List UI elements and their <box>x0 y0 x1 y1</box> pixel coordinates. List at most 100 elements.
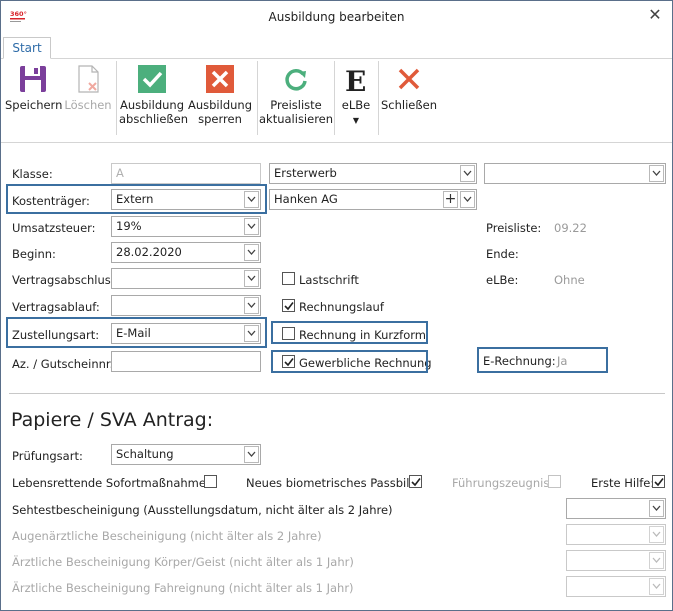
close-x-icon <box>398 68 420 90</box>
sehtest-label: Sehtestbescheinigung (Ausstellungsdatum,… <box>12 503 393 517</box>
chevron-down-icon[interactable] <box>244 218 259 235</box>
plus-icon[interactable]: + <box>443 191 458 208</box>
erwerb-dropdown[interactable]: Ersterwerb <box>269 163 477 184</box>
zustellungsart-label: Zustellungsart: <box>12 328 100 342</box>
title-bar: 360° Ausbildung bearbeiten ✕ <box>1 1 672 33</box>
refresh-icon <box>285 69 307 91</box>
klasse-value: A <box>116 166 124 180</box>
close-button[interactable]: Schließen <box>381 61 437 139</box>
chevron-down-icon[interactable] <box>244 446 259 463</box>
gewerblich-label: Gewerbliche Rechnung <box>299 356 432 370</box>
checkmark-icon <box>654 478 664 487</box>
fuehrungszeugnis-label: Führungszeugnis: <box>452 476 554 490</box>
block-x-icon <box>206 65 234 93</box>
passbild-label: Neues biometrisches Passbild: <box>246 476 421 490</box>
checkmark-icon <box>284 302 294 311</box>
block-training-button[interactable]: Ausbildung sperren <box>187 61 253 139</box>
kostentraeger-value: Extern <box>116 192 154 206</box>
lebensrettend-label: Lebensrettende Sofortmaßnahmen: <box>12 476 218 490</box>
chevron-down-icon[interactable] <box>649 500 664 517</box>
kurzform-checkbox[interactable] <box>282 327 295 340</box>
chevron-down-icon[interactable] <box>244 270 259 287</box>
elbe-field-label: eLBe: <box>486 273 519 287</box>
chevron-down-icon[interactable] <box>649 578 664 595</box>
preisliste-value: 09.22 <box>554 221 587 235</box>
ribbon-toolbar: Speichern Löschen Ausbildung abschließen … <box>1 59 672 143</box>
tab-start[interactable]: Start <box>3 37 51 59</box>
fuehrungszeugnis-checkbox[interactable] <box>548 475 561 488</box>
complete-training-button[interactable]: Ausbildung abschließen <box>119 61 188 139</box>
elbe-dropdown-button[interactable]: E eLBe ▼ <box>337 61 375 139</box>
beginn-label: Beginn: <box>12 247 56 261</box>
beginn-value: 28.02.2020 <box>116 245 182 259</box>
chevron-down-icon[interactable] <box>244 297 259 314</box>
ribbon-separator <box>257 61 258 135</box>
lebensrettend-checkbox[interactable] <box>204 475 217 488</box>
zustellungsart-dropdown[interactable]: E-Mail <box>111 323 261 344</box>
rechnungslauf-label: Rechnungslauf <box>299 300 384 314</box>
koerper-label: Ärztliche Bescheinigung Körper/Geist (ni… <box>12 555 354 569</box>
chevron-down-icon[interactable] <box>649 526 664 543</box>
pruefungsart-dropdown[interactable]: Schaltung <box>111 444 261 465</box>
checkmark-icon <box>411 478 421 487</box>
window-title: Ausbildung bearbeiten <box>268 10 405 24</box>
gewerblich-checkbox[interactable] <box>282 355 295 368</box>
kostentraeger-dropdown[interactable]: Extern <box>111 189 261 210</box>
rechnungslauf-checkbox[interactable] <box>282 299 295 312</box>
chevron-down-icon: ▼ <box>352 116 360 125</box>
fahreignung-label: Ärztliche Bescheinigung Fahreignung (nic… <box>12 581 354 595</box>
erwerb-value: Ersterwerb <box>274 166 337 180</box>
klasse-field: A <box>111 163 261 184</box>
chevron-down-icon[interactable] <box>244 244 259 261</box>
erstehilfe-checkbox[interactable] <box>652 475 665 488</box>
vertragsabschluss-label: Vertragsabschluss: <box>12 273 121 287</box>
update-pricelist-label: Preisliste aktualisieren <box>259 98 334 126</box>
vertragsablauf-label: Vertragsablauf: <box>12 300 100 314</box>
delete-label: Löschen <box>64 98 112 112</box>
koerper-date-field[interactable] <box>566 550 666 571</box>
lastschrift-label: Lastschrift <box>299 273 359 287</box>
papers-section-title: Papiere / SVA Antrag: <box>11 409 214 431</box>
ribbon-tabs: Start <box>1 33 672 59</box>
svg-text:E: E <box>345 65 366 95</box>
fahreignung-date-field[interactable] <box>566 576 666 597</box>
az-input[interactable] <box>111 351 261 372</box>
section-divider <box>9 393 665 394</box>
dialog-window: 360° Ausbildung bearbeiten ✕ Start Speic… <box>0 0 673 611</box>
check-icon <box>138 65 166 93</box>
az-label: Az. / Gutscheinnr.: <box>12 357 118 371</box>
update-pricelist-button[interactable]: Preisliste aktualisieren <box>259 61 333 139</box>
company-value: Hanken AG <box>274 192 338 206</box>
vertragsabschluss-date-field[interactable] <box>111 268 261 289</box>
chevron-down-icon[interactable] <box>460 191 475 208</box>
ust-dropdown[interactable]: 19% <box>111 216 261 237</box>
delete-button[interactable]: Löschen <box>63 61 113 139</box>
zustellungsart-value: E-Mail <box>116 326 151 340</box>
chevron-down-icon[interactable] <box>244 191 259 208</box>
klasse-label: Klasse: <box>12 167 53 181</box>
erechnung-label: E-Rechnung: <box>483 354 556 368</box>
chevron-down-icon[interactable] <box>460 165 475 182</box>
checkmark-icon <box>284 358 294 367</box>
company-dropdown[interactable]: Hanken AG + <box>269 189 477 210</box>
augenarzt-date-field[interactable] <box>566 524 666 545</box>
beginn-date-field[interactable]: 28.02.2020 <box>111 242 261 263</box>
ribbon-separator <box>334 61 335 135</box>
passbild-checkbox[interactable] <box>409 475 422 488</box>
floppy-disk-icon <box>20 66 46 92</box>
close-window-icon[interactable]: ✕ <box>646 5 664 25</box>
erwerb2-dropdown[interactable] <box>484 163 666 184</box>
vertragsablauf-date-field[interactable] <box>111 295 261 316</box>
chevron-down-icon[interactable] <box>649 552 664 569</box>
sehtest-date-field[interactable] <box>566 498 666 519</box>
chevron-down-icon[interactable] <box>649 165 664 182</box>
ust-value: 19% <box>116 219 142 233</box>
kostentraeger-label: Kostenträger: <box>12 194 90 208</box>
chevron-down-icon[interactable] <box>244 325 259 342</box>
lastschrift-checkbox[interactable] <box>282 272 295 285</box>
elbe-e-icon: E <box>345 65 366 95</box>
pruefungsart-value: Schaltung <box>116 447 174 461</box>
save-button[interactable]: Speichern <box>5 61 62 139</box>
block-training-label: Ausbildung sperren <box>187 98 252 126</box>
ribbon-separator <box>378 61 379 135</box>
